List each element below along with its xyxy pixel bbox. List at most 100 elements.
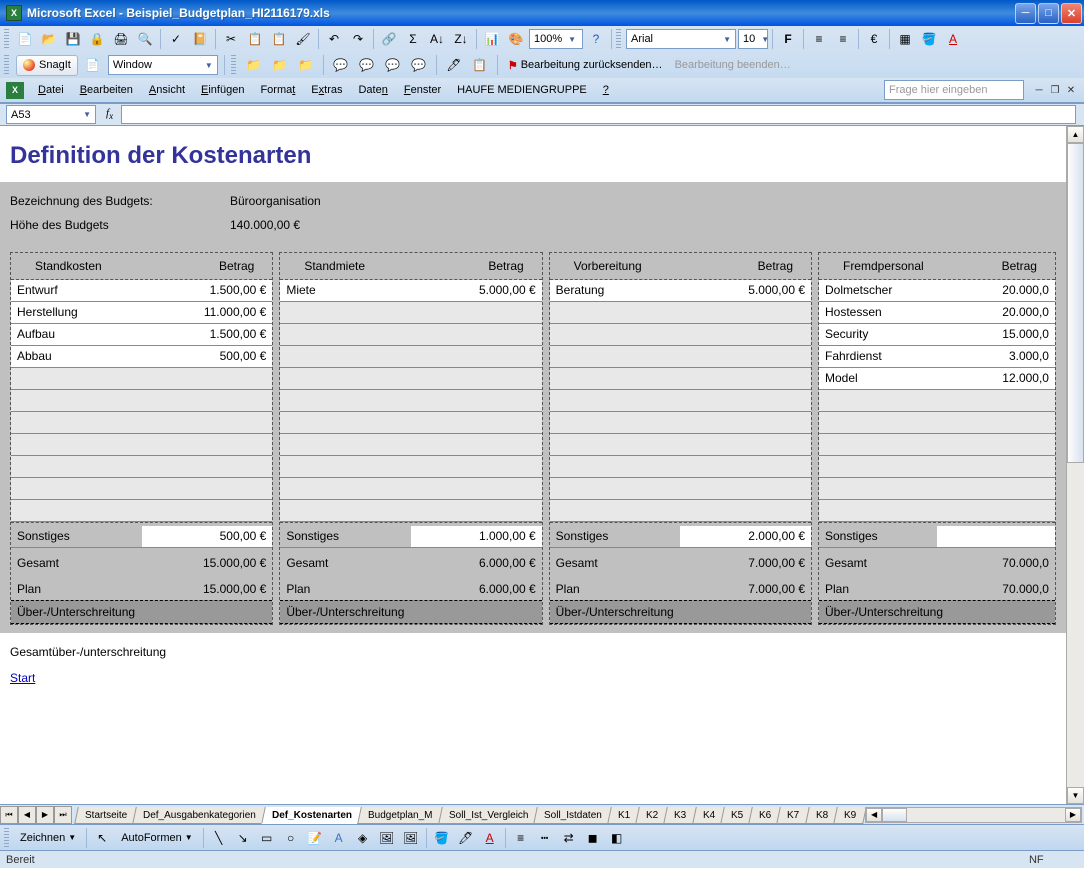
tab-nav-first-icon[interactable]: ⏮ xyxy=(0,806,18,824)
tab-nav-prev-icon[interactable]: ◀ xyxy=(18,806,36,824)
snagit-window-combo[interactable]: Window▼ xyxy=(108,55,218,75)
cell-name[interactable] xyxy=(550,412,681,433)
arrow-icon[interactable]: ↘ xyxy=(232,827,254,849)
table-row[interactable] xyxy=(550,434,811,456)
cell-value[interactable] xyxy=(411,456,542,477)
cell-value[interactable] xyxy=(142,500,273,521)
toolbar-grip[interactable] xyxy=(4,29,9,49)
cell-name[interactable]: Beratung xyxy=(550,280,681,301)
hscroll-thumb[interactable] xyxy=(882,808,907,822)
table-row[interactable] xyxy=(550,478,811,500)
cell-name[interactable] xyxy=(819,456,937,477)
cell-name[interactable] xyxy=(550,500,681,521)
cell-name[interactable]: Dolmetscher xyxy=(819,280,937,301)
cell-value[interactable] xyxy=(411,434,542,455)
select-objects-icon[interactable]: ↖ xyxy=(91,827,113,849)
cell-name[interactable] xyxy=(550,368,681,389)
cell-name[interactable] xyxy=(280,434,411,455)
table-row[interactable] xyxy=(550,412,811,434)
sheet-tab[interactable]: Soll_Ist_Vergleich xyxy=(438,807,539,824)
cell-value[interactable] xyxy=(937,478,1055,499)
spelling-icon[interactable]: ✓ xyxy=(165,28,187,50)
sheet-tab[interactable]: Budgetplan_M xyxy=(357,807,443,824)
cell-value[interactable]: 15.000,0 xyxy=(937,324,1055,345)
sonstiges-value[interactable]: 2.000,00 € xyxy=(680,526,811,547)
save-icon[interactable]: 💾 xyxy=(62,28,84,50)
cell-value[interactable] xyxy=(937,500,1055,521)
table-row[interactable] xyxy=(11,390,272,412)
line-color-icon[interactable]: 🖊 xyxy=(455,827,477,849)
cell-name[interactable] xyxy=(280,302,411,323)
table-row[interactable]: Security15.000,0 xyxy=(819,324,1055,346)
cell-name[interactable]: Entwurf xyxy=(11,280,142,301)
cell-value[interactable]: 5.000,00 € xyxy=(680,280,811,301)
cell-value[interactable] xyxy=(411,346,542,367)
name-box[interactable]: A53▼ xyxy=(6,105,96,124)
arrow-style-icon[interactable]: ⇄ xyxy=(558,827,580,849)
scroll-down-icon[interactable]: ▼ xyxy=(1067,787,1084,804)
rectangle-icon[interactable]: ▭ xyxy=(256,827,278,849)
formula-input[interactable] xyxy=(121,105,1076,124)
cell-value[interactable] xyxy=(937,434,1055,455)
cell-name[interactable] xyxy=(280,346,411,367)
cell-value[interactable] xyxy=(142,390,273,411)
table-row[interactable] xyxy=(819,500,1055,522)
table-row[interactable] xyxy=(280,478,541,500)
menu-datei[interactable]: Datei xyxy=(30,81,72,99)
cell-value[interactable] xyxy=(680,346,811,367)
cell-value[interactable] xyxy=(937,412,1055,433)
cell-name[interactable] xyxy=(550,324,681,345)
sheet-tab[interactable]: Startseite xyxy=(74,807,138,824)
review-ink-icon[interactable]: 🖊 xyxy=(443,54,465,76)
hscroll-left-icon[interactable]: ◀ xyxy=(866,808,882,822)
cell-value[interactable] xyxy=(680,368,811,389)
menu-fenster[interactable]: Fenster xyxy=(396,81,449,99)
cell-name[interactable]: Hostessen xyxy=(819,302,937,323)
table-row[interactable] xyxy=(550,500,811,522)
autosum-icon[interactable]: Σ xyxy=(402,28,424,50)
fill-color-icon[interactable]: 🪣 xyxy=(918,28,940,50)
review-track-icon[interactable]: 📋 xyxy=(469,54,491,76)
table-row[interactable]: Dolmetscher20.000,0 xyxy=(819,280,1055,302)
horizontal-scrollbar[interactable]: ◀ ▶ xyxy=(865,807,1082,823)
cell-name[interactable] xyxy=(819,412,937,433)
cell-value[interactable]: 11.000,00 € xyxy=(142,302,273,323)
open-icon[interactable]: 📂 xyxy=(38,28,60,50)
review-comment2-icon[interactable]: 💬 xyxy=(356,54,378,76)
cell-value[interactable]: 1.500,00 € xyxy=(142,324,273,345)
menu-extras[interactable]: Extras xyxy=(303,81,350,99)
cell-value[interactable] xyxy=(937,456,1055,477)
table-row[interactable] xyxy=(280,434,541,456)
sort-desc-icon[interactable]: Z↓ xyxy=(450,28,472,50)
cell-value[interactable] xyxy=(680,390,811,411)
table-row[interactable]: Beratung5.000,00 € xyxy=(550,280,811,302)
cut-icon[interactable]: ✂ xyxy=(220,28,242,50)
cell-name[interactable] xyxy=(280,324,411,345)
cell-name[interactable] xyxy=(11,434,142,455)
cell-value[interactable] xyxy=(411,324,542,345)
font-size-combo[interactable]: 10▼ xyxy=(738,29,768,49)
table-row[interactable] xyxy=(280,302,541,324)
table-row[interactable]: Miete5.000,00 € xyxy=(280,280,541,302)
tab-nav-last-icon[interactable]: ⏭ xyxy=(54,806,72,824)
cell-name[interactable] xyxy=(280,412,411,433)
table-row[interactable] xyxy=(11,478,272,500)
sonstiges-value[interactable]: 1.000,00 € xyxy=(411,526,542,547)
table-row[interactable]: Model12.000,0 xyxy=(819,368,1055,390)
table-row[interactable] xyxy=(550,390,811,412)
toolbar-grip[interactable] xyxy=(616,29,621,49)
table-row[interactable] xyxy=(280,346,541,368)
cell-name[interactable] xyxy=(280,368,411,389)
cell-value[interactable] xyxy=(680,434,811,455)
chart-wizard-icon[interactable]: 📊 xyxy=(481,28,503,50)
cell-value[interactable] xyxy=(937,390,1055,411)
snagit-profile-icon[interactable]: 📄 xyxy=(82,54,104,76)
line-style-icon[interactable]: ≡ xyxy=(510,827,532,849)
wordart-icon[interactable]: A xyxy=(328,827,350,849)
cell-name[interactable] xyxy=(819,478,937,499)
textbox-icon[interactable]: 📝 xyxy=(304,827,326,849)
cell-value[interactable] xyxy=(680,412,811,433)
table-row[interactable] xyxy=(819,434,1055,456)
cell-value[interactable]: 500,00 € xyxy=(142,346,273,367)
review-comment-icon[interactable]: 💬 xyxy=(330,54,352,76)
